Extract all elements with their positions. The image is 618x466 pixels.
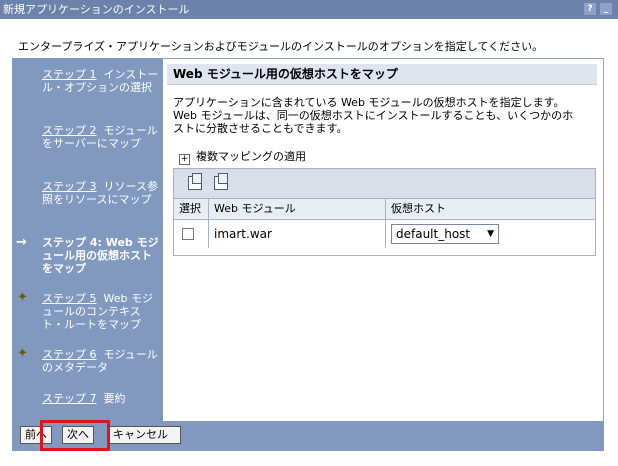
nav-step-7-label: 要約 bbox=[103, 392, 126, 405]
step-marker-icon: ✦ bbox=[17, 290, 28, 305]
nav-step-2-link[interactable]: ステップ 2 bbox=[42, 124, 97, 137]
section-description: アプリケーションに含まれている Web モジュールの仮想ホストを指定します。We… bbox=[173, 96, 574, 135]
wizard-step-nav: ステップ 1 インストール・オプションの選択 ステップ 2 モジュールをサーバー… bbox=[12, 58, 163, 422]
current-step-arrow-icon: → bbox=[16, 235, 27, 250]
instruction-text: エンタープライズ・アプリケーションおよびモジュールのインストールのオプションを指… bbox=[18, 40, 544, 53]
help-button[interactable]: ? bbox=[584, 3, 596, 15]
expand-plus-icon[interactable]: + bbox=[179, 154, 190, 165]
virtual-host-select[interactable]: default_host ▼ bbox=[391, 224, 499, 244]
minimize-button[interactable]: _ bbox=[600, 3, 612, 15]
table-row: imart.war default_host ▼ bbox=[174, 220, 595, 248]
header-select: 選択 bbox=[179, 202, 201, 215]
window-titlebar: 新規アプリケーションのインストール ? _ bbox=[0, 0, 618, 19]
expander-label[interactable]: 複数マッピングの適用 bbox=[196, 150, 306, 163]
virtual-host-value: default_host bbox=[396, 227, 471, 241]
web-module-name: imart.war bbox=[214, 227, 272, 241]
nav-step-5-link[interactable]: ステップ 5 bbox=[42, 292, 97, 305]
header-virtual-host: 仮想ホスト bbox=[391, 202, 446, 215]
row-select-checkbox[interactable] bbox=[182, 228, 194, 240]
chevron-down-icon: ▼ bbox=[487, 229, 494, 239]
cancel-button[interactable]: キャンセル bbox=[108, 426, 181, 444]
nav-step-7-link[interactable]: ステップ 7 bbox=[42, 392, 97, 405]
vhost-mapping-table: 選択 Web モジュール 仮想ホスト imart.war default_hos… bbox=[173, 168, 596, 256]
nav-step-3-link[interactable]: ステップ 3 bbox=[42, 180, 97, 193]
highlight-box bbox=[40, 420, 110, 451]
nav-step-6-link[interactable]: ステップ 6 bbox=[42, 348, 97, 361]
column-divider bbox=[385, 220, 386, 248]
window-title: 新規アプリケーションのインストール bbox=[3, 3, 190, 16]
nav-step-1-link[interactable]: ステップ 1 bbox=[42, 68, 97, 81]
step-content: Web モジュール用の仮想ホストをマップ アプリケーションに含まれている Web… bbox=[163, 58, 604, 422]
table-toolbar bbox=[174, 169, 595, 198]
nav-step-4-label: ステップ 4: Web モジュール用の仮想ホストをマップ bbox=[42, 236, 159, 275]
step-marker-icon: ✦ bbox=[17, 346, 28, 361]
table-header: 選択 Web モジュール 仮想ホスト bbox=[174, 198, 595, 220]
header-web-module: Web モジュール bbox=[214, 202, 296, 215]
deselect-all-icon[interactable] bbox=[214, 173, 228, 190]
select-all-icon[interactable] bbox=[188, 173, 202, 190]
multiple-mapping-expander[interactable]: + 複数マッピングの適用 bbox=[179, 148, 306, 165]
section-title: Web モジュール用の仮想ホストをマップ bbox=[167, 64, 597, 85]
